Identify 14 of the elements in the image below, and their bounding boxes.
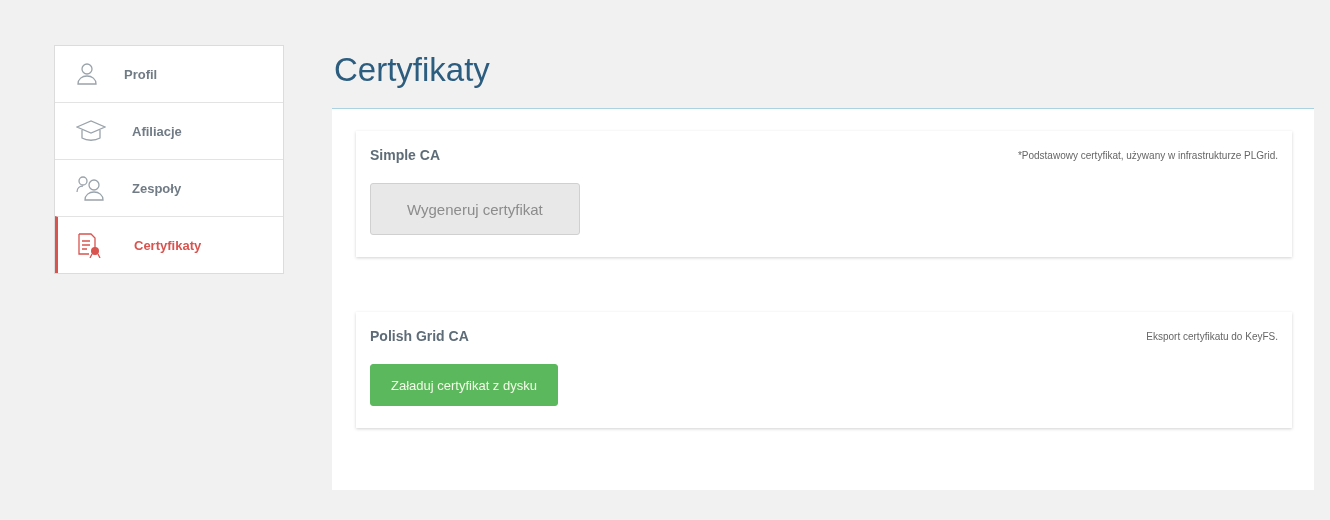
card-note: Eksport certyfikatu do KeyFS. — [1146, 330, 1278, 342]
card-title: Simple CA — [370, 147, 440, 163]
graduation-cap-icon — [76, 120, 106, 142]
page-title: Certyfikaty — [334, 50, 491, 90]
people-icon — [76, 175, 106, 201]
card-note: *Podstawowy certyfikat, używany w infrastrukturze PLGrid. — [1017, 149, 1278, 161]
card-title: Polish Grid CA — [370, 328, 469, 344]
certificate-icon — [76, 232, 102, 258]
sidebar-item[interactable]: Zespoły — [55, 159, 283, 216]
sidebar-item[interactable]: Certyfikaty — [55, 216, 283, 273]
sidebar-item[interactable]: Profil — [55, 46, 283, 102]
person-icon — [76, 62, 98, 86]
sidebar-item[interactable]: Afiliacje — [55, 102, 283, 159]
upload-button[interactable]: Załaduj certyfikat z dysku — [370, 364, 558, 406]
